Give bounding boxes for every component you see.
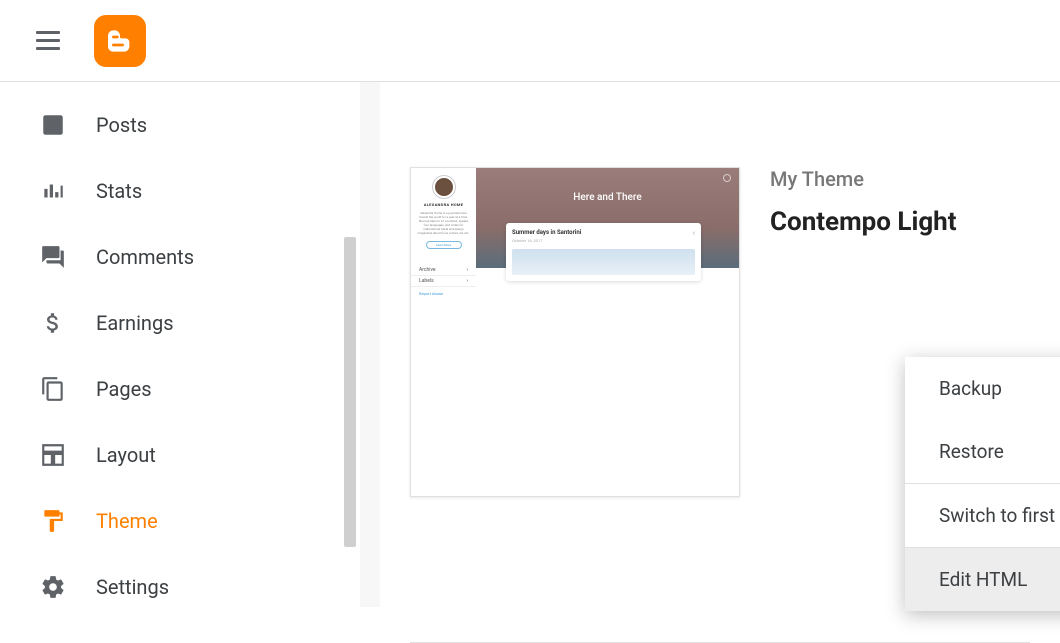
preview-labels: Labels› [411, 276, 476, 287]
preview-report: Report Abuse [411, 287, 476, 300]
preview-sidebar: ALEXANDRA HOME Alexandra Home is a journ… [411, 168, 476, 496]
layout-icon [40, 442, 66, 468]
menu-icon[interactable] [30, 25, 66, 56]
scroll-thumb[interactable] [344, 237, 356, 547]
preview-archive: Archive› [411, 265, 476, 276]
sidebar-item-label: Pages [96, 377, 152, 401]
sidebar-item-comments[interactable]: Comments [0, 224, 360, 290]
sidebar-nav: Posts Stats Comments Earnings Pages Layo… [0, 82, 360, 607]
preview-post-image [512, 249, 695, 275]
sidebar-item-posts[interactable]: Posts [0, 92, 360, 158]
sidebar-item-label: Theme [96, 509, 158, 533]
menu-item-backup[interactable]: Backup [905, 357, 1060, 420]
preview-cta: Learn More [426, 241, 462, 249]
posts-icon [40, 112, 66, 138]
blogger-logo[interactable] [94, 15, 146, 67]
theme-name: Contempo Light [770, 207, 957, 237]
preview-post-card: ‹ Summer days in Santorini October 16, 2… [506, 223, 701, 281]
earnings-icon [40, 310, 66, 336]
sidebar-item-earnings[interactable]: Earnings [0, 290, 360, 356]
theme-actions-menu: Backup Restore Switch to first generatio… [905, 357, 1060, 611]
menu-item-restore[interactable]: Restore [905, 420, 1060, 483]
app-header [0, 0, 1060, 82]
stats-icon [40, 178, 66, 204]
theme-section-label: My Theme [770, 167, 957, 191]
sidebar-item-stats[interactable]: Stats [0, 158, 360, 224]
pages-icon [40, 376, 66, 402]
sidebar-item-label: Settings [96, 575, 169, 599]
menu-item-switch-classic[interactable]: Switch to first generation Classic theme [905, 484, 1060, 547]
preview-blog-title: Here and There [476, 192, 739, 203]
sidebar-item-label: Layout [96, 443, 156, 467]
sidebar-item-settings[interactable]: Settings [0, 554, 360, 620]
sidebar-scrollbar[interactable] [342, 82, 360, 607]
preview-post-title: Summer days in Santorini [512, 229, 695, 236]
settings-icon [40, 574, 66, 600]
menu-item-edit-html[interactable]: Edit HTML [905, 548, 1060, 611]
sidebar-item-label: Earnings [96, 311, 174, 335]
sidebar-item-layout[interactable]: Layout [0, 422, 360, 488]
preview-search-icon [723, 174, 731, 182]
comments-icon [40, 244, 66, 270]
preview-bio: Alexandra Home is a journalist who trave… [411, 211, 476, 235]
sidebar-item-theme[interactable]: Theme [0, 488, 360, 554]
sidebar-item-label: Posts [96, 113, 147, 137]
preview-post-date: October 16, 2017 [512, 238, 695, 243]
sidebar-item-label: Stats [96, 179, 142, 203]
theme-preview-thumbnail[interactable]: ALEXANDRA HOME Alexandra Home is a journ… [410, 167, 740, 497]
preview-author: ALEXANDRA HOME [411, 202, 476, 207]
theme-icon [40, 508, 66, 534]
close-icon: ‹ [693, 229, 695, 237]
sidebar-item-pages[interactable]: Pages [0, 356, 360, 422]
sidebar-item-label: Comments [96, 245, 194, 269]
main-content: ALEXANDRA HOME Alexandra Home is a journ… [360, 82, 1060, 607]
avatar [433, 176, 455, 198]
